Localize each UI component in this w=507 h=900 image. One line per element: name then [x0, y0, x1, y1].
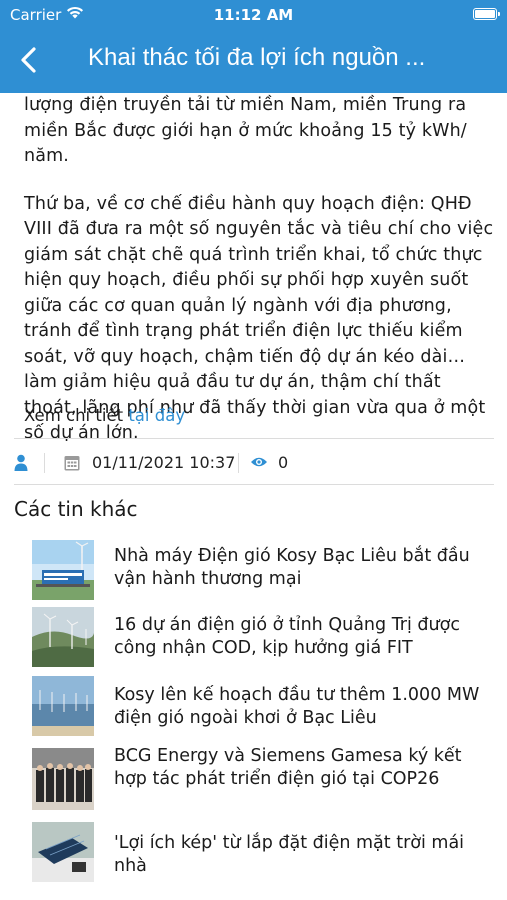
news-item[interactable]: BCG Energy và Siemens Gamesa ký kết hợp … [0, 742, 507, 822]
news-thumbnail [32, 822, 94, 882]
news-item[interactable]: Kosy lên kế hoạch đầu tư thêm 1.000 MW đ… [0, 674, 507, 742]
meta-separator [238, 453, 239, 473]
article-paragraph: lượng điện truyền tải từ miền Nam, miền … [24, 95, 467, 166]
page-title: Khai thác tối đa lợi ích nguồn ... [88, 44, 426, 71]
author-icon [14, 454, 28, 471]
divider [14, 438, 494, 439]
article-body: lượng điện truyền tải từ miền Nam, miền … [24, 93, 494, 447]
view-count: 0 [278, 453, 289, 472]
news-item[interactable]: 'Lợi ích kép' từ lắp đặt điện mặt trời m… [0, 822, 507, 892]
news-thumbnail [32, 676, 94, 736]
calendar-icon [64, 456, 80, 471]
news-title: Kosy lên kế hoạch đầu tư thêm 1.000 MW đ… [114, 685, 480, 728]
publish-date: 01/11/2021 10:37 [92, 453, 236, 472]
back-chevron-icon[interactable] [14, 44, 46, 76]
status-bar: Carrier 11:12 AM [0, 0, 507, 30]
news-title: 'Lợi ích kép' từ lắp đặt điện mặt trời m… [114, 833, 465, 876]
news-title: 16 dự án điện gió ở tỉnh Quảng Trị được … [114, 615, 460, 658]
read-more-label: Xem chi tiết [24, 406, 124, 425]
news-thumbnail [32, 540, 94, 600]
nav-bar: Khai thác tối đa lợi ích nguồn ... [0, 30, 507, 93]
news-thumbnail [32, 748, 94, 810]
meta-separator [44, 453, 45, 473]
divider [14, 484, 494, 485]
news-thumbnail [32, 607, 94, 667]
read-more-link[interactable]: tại đây [128, 406, 185, 425]
news-item[interactable]: Nhà máy Điện gió Kosy Bạc Liêu bắt đầu v… [0, 538, 507, 604]
read-more: Xem chi tiết tại đây [24, 406, 185, 425]
related-heading: Các tin khác [14, 497, 138, 521]
news-title: BCG Energy và Siemens Gamesa ký kết hợp … [114, 746, 462, 789]
article-meta: 01/11/2021 10:37 0 [0, 448, 507, 478]
eye-icon [251, 457, 267, 467]
status-time: 11:12 AM [213, 6, 294, 24]
app-header: Carrier 11:12 AM Khai thác tối đa lợi íc… [0, 0, 507, 93]
news-title: Nhà máy Điện gió Kosy Bạc Liêu bắt đầu v… [114, 546, 470, 589]
battery-icon [473, 8, 500, 20]
news-item[interactable]: 16 dự án điện gió ở tỉnh Quảng Trị được … [0, 604, 507, 674]
